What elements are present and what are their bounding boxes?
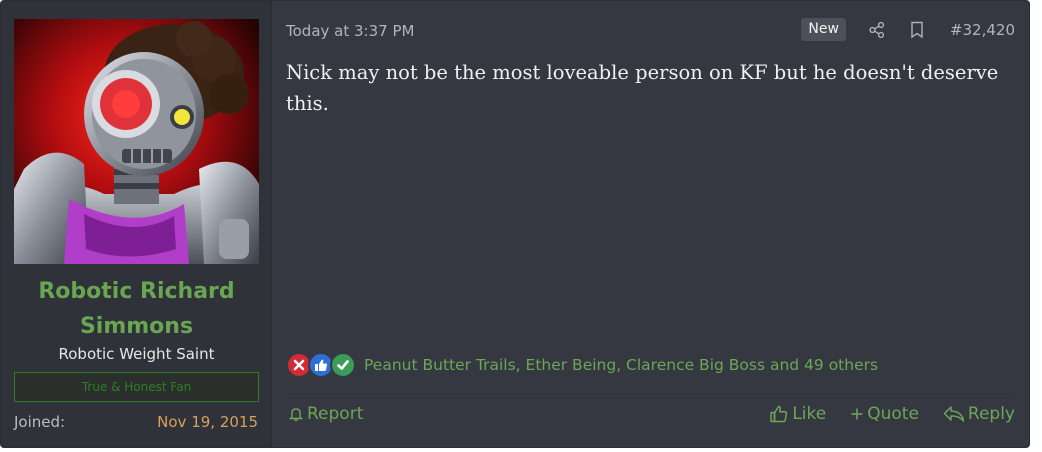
joined-label: Joined: (14, 413, 66, 431)
like-label: Like (792, 404, 827, 424)
user-title: Robotic Weight Saint (58, 345, 215, 363)
reply-button[interactable]: Reply (943, 404, 1015, 424)
username[interactable]: Robotic Richard Simmons (1, 274, 272, 344)
reactions-bar[interactable]: Peanut Butter Trails, Ether Being, Clare… (286, 352, 878, 378)
post-message: Nick may not be the most loveable person… (286, 61, 999, 115)
reply-arrow-icon (943, 406, 965, 422)
like-button[interactable]: Like (769, 404, 826, 424)
share-icon[interactable] (866, 19, 888, 41)
user-banner: True & Honest Fan (14, 372, 259, 402)
bookmark-icon[interactable] (906, 19, 928, 41)
quote-label: Quote (867, 404, 919, 424)
reactions-summary[interactable]: Peanut Butter Trails, Ether Being, Clare… (364, 356, 878, 374)
report-label: Report (307, 404, 364, 424)
avatar[interactable] (14, 19, 259, 264)
reaction-icons (286, 352, 356, 378)
footer-divider (286, 393, 1015, 394)
post-timestamp[interactable]: Today at 3:37 PM (286, 22, 414, 40)
checkmark-reaction-icon (330, 352, 356, 378)
footer-actions: Like Quote Reply (745, 404, 1015, 424)
thumbs-up-icon (770, 405, 788, 423)
forum-post: Robotic Richard Simmons Robotic Weight S… (0, 0, 1030, 448)
post-actions-top: New #32,420 (801, 18, 1015, 41)
new-badge: New (801, 18, 846, 41)
joined-date: Nov 19, 2015 (157, 413, 258, 431)
quote-button[interactable]: Quote (850, 404, 919, 424)
post-number-link[interactable]: #32,420 (950, 21, 1015, 39)
user-sidebar: Robotic Richard Simmons Robotic Weight S… (1, 1, 272, 447)
report-button[interactable]: Report (288, 404, 363, 424)
bell-icon (288, 408, 304, 421)
reply-label: Reply (967, 404, 1015, 424)
plus-icon (851, 408, 863, 420)
post-main: Today at 3:37 PM New #32,420 Nick may no… (272, 1, 1029, 447)
